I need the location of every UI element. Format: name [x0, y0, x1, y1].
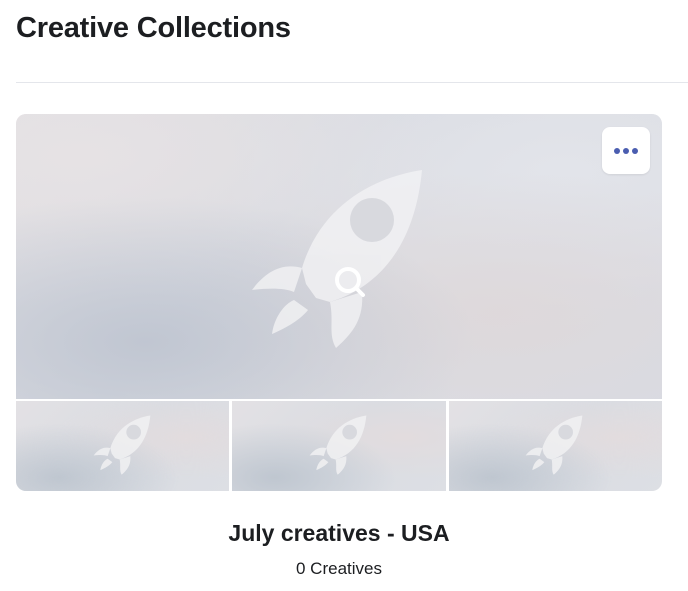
collection-cover-image[interactable] [16, 114, 662, 399]
collection-card[interactable] [16, 114, 662, 491]
rocket-icon [252, 170, 422, 348]
collection-count: 0 Creatives [296, 559, 382, 578]
more-options-button[interactable] [602, 127, 650, 174]
thumbnail[interactable] [16, 401, 230, 491]
rocket-icon [309, 415, 367, 475]
rocket-icon [93, 415, 150, 475]
header-divider [16, 82, 688, 83]
collection-thumbnails [16, 401, 662, 491]
search-icon [335, 267, 365, 297]
page-title: Creative Collections [16, 12, 291, 44]
thumbnail[interactable] [232, 401, 446, 491]
thumbnail[interactable] [448, 401, 662, 491]
collection-name[interactable]: July creatives - USA [16, 517, 662, 549]
rocket-icon [525, 415, 583, 475]
more-horizontal-icon [614, 147, 638, 154]
